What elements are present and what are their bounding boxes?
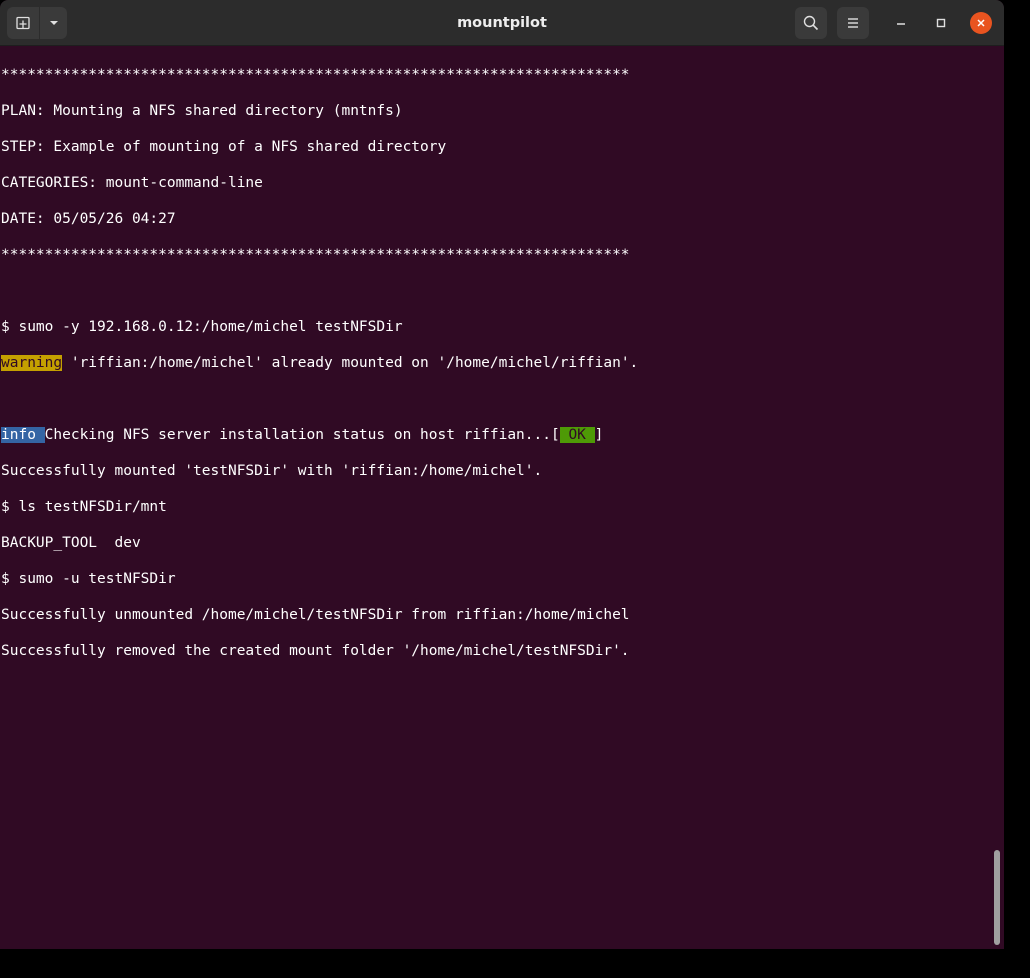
minimize-button[interactable] bbox=[890, 12, 912, 34]
warning-badge: warning bbox=[1, 355, 63, 371]
removed-message: Successfully removed the created mount f… bbox=[1, 643, 630, 659]
command-line-ls: $ ls testNFSDir/mnt bbox=[1, 499, 167, 515]
banner-bottom: ****************************************… bbox=[1, 247, 630, 263]
unmounted-message: Successfully unmounted /home/michel/test… bbox=[1, 607, 630, 623]
ok-badge: OK bbox=[559, 427, 595, 443]
new-tab-button[interactable] bbox=[7, 7, 39, 39]
plan-line: PLAN: Mounting a NFS shared directory (m… bbox=[1, 103, 403, 119]
info-message: Checking NFS server installation status … bbox=[44, 427, 560, 443]
date-line: DATE: 05/05/26 04:27 bbox=[1, 211, 176, 227]
new-tab-icon bbox=[16, 16, 30, 30]
minimize-icon bbox=[897, 23, 905, 25]
mounted-message: Successfully mounted 'testNFSDir' with '… bbox=[1, 463, 543, 479]
search-icon bbox=[803, 15, 819, 31]
maximize-button[interactable] bbox=[930, 12, 952, 34]
categories-line: CATEGORIES: mount-command-line bbox=[1, 175, 263, 191]
title-bar[interactable]: mountpilot bbox=[0, 0, 1004, 46]
close-icon bbox=[977, 19, 985, 27]
new-tab-button-group bbox=[7, 7, 67, 39]
maximize-icon bbox=[936, 18, 946, 28]
info-badge: info bbox=[1, 427, 45, 443]
close-button[interactable] bbox=[970, 12, 992, 34]
warning-line: warning 'riffian:/home/michel' already m… bbox=[1, 354, 996, 372]
info-line: info Checking NFS server installation st… bbox=[1, 426, 996, 444]
search-button[interactable] bbox=[795, 7, 827, 39]
hamburger-menu-icon bbox=[848, 18, 858, 28]
command-line-unmount: $ sumo -u testNFSDir bbox=[1, 571, 176, 587]
menu-button[interactable] bbox=[837, 7, 869, 39]
terminal-output[interactable]: ****************************************… bbox=[0, 47, 996, 949]
terminal-window: mountpilot *****************************… bbox=[0, 0, 1004, 949]
command-line-mount: $ sumo -y 192.168.0.12:/home/michel test… bbox=[1, 319, 403, 335]
warning-message: 'riffian:/home/michel' already mounted o… bbox=[62, 355, 639, 371]
ls-output: BACKUP_TOOL dev bbox=[1, 535, 141, 551]
ok-close-bracket: ] bbox=[594, 427, 604, 443]
scrollbar-thumb[interactable] bbox=[994, 850, 1000, 945]
banner-top: ****************************************… bbox=[1, 67, 630, 83]
tab-options-button[interactable] bbox=[39, 7, 67, 39]
step-line: STEP: Example of mounting of a NFS share… bbox=[1, 139, 447, 155]
chevron-down-icon bbox=[49, 21, 58, 25]
